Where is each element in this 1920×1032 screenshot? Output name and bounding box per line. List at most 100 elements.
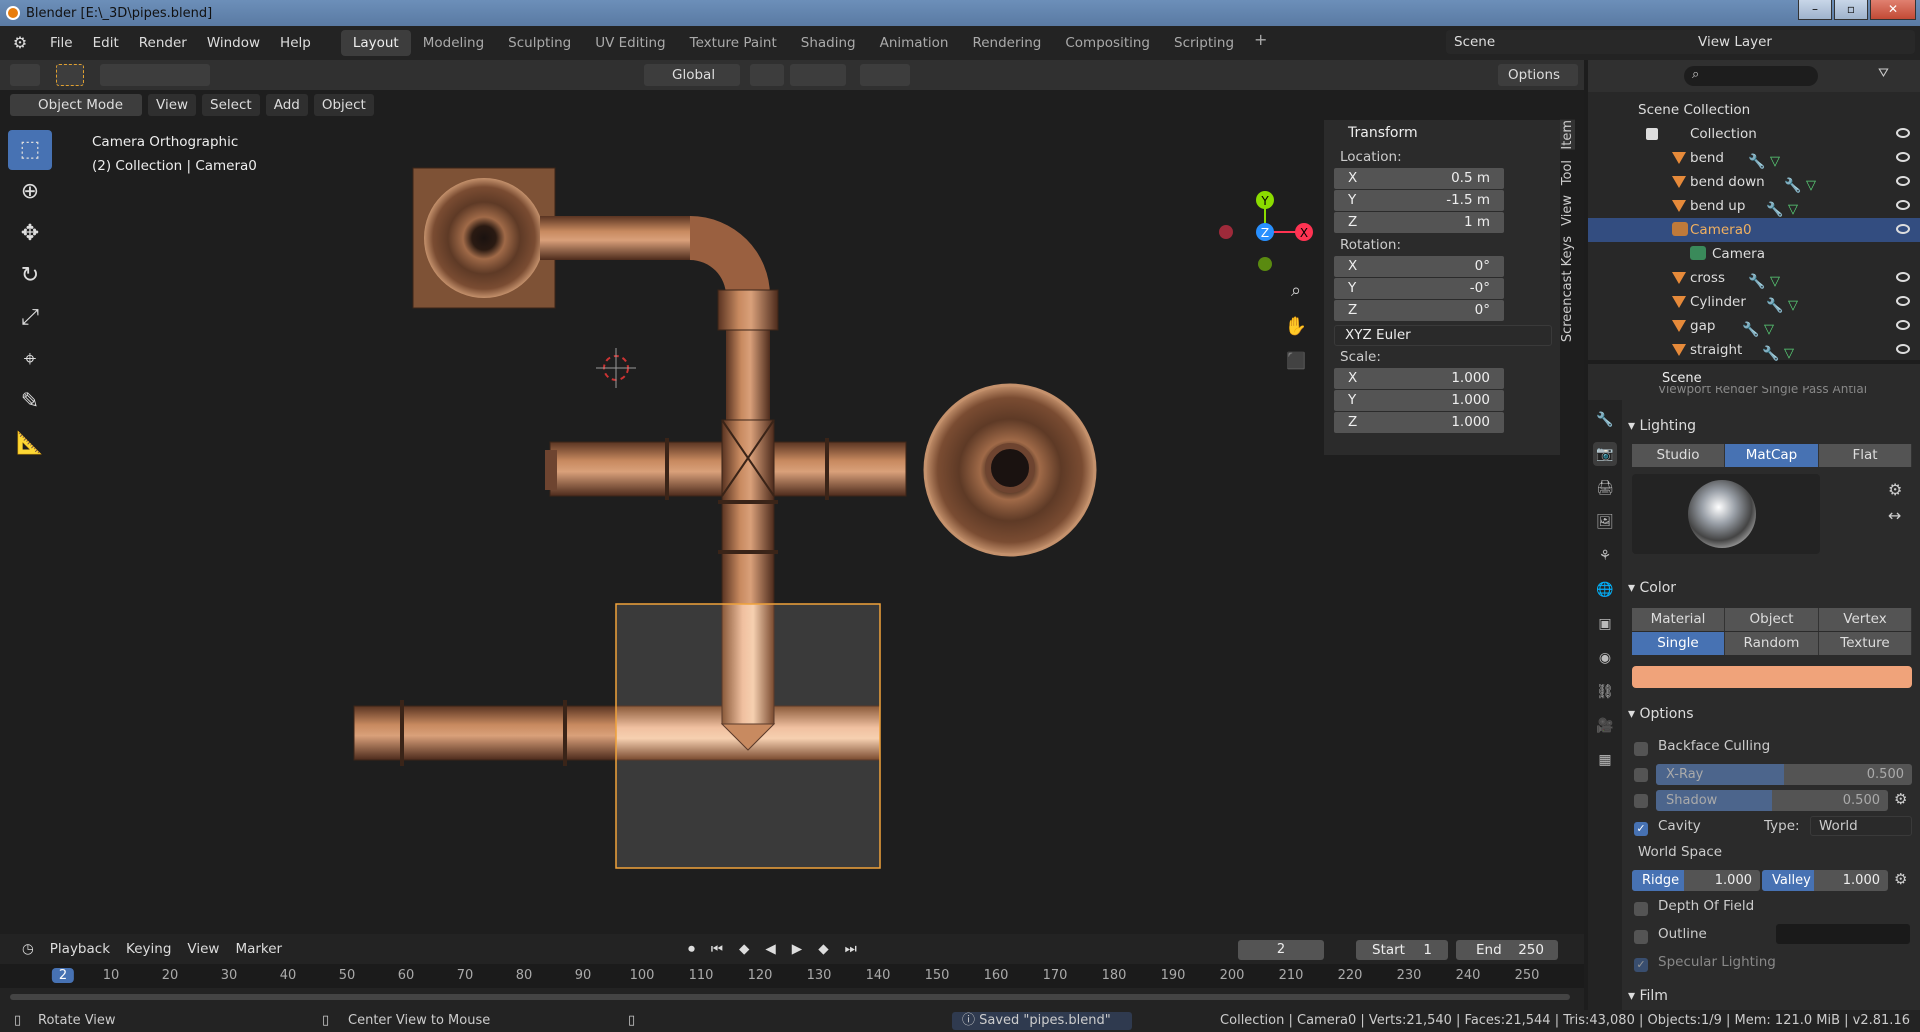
shadow-checkbox[interactable] — [1634, 794, 1648, 808]
select-box-icon[interactable] — [56, 64, 84, 86]
scene-tab-icon[interactable]: ⚘ — [1593, 544, 1617, 568]
timeline-menu-marker[interactable]: Marker — [227, 941, 290, 957]
outliner-item-gap[interactable]: gap 🔧 ▽ — [1588, 314, 1920, 338]
eye-icon[interactable] — [1896, 272, 1910, 282]
outliner-collection[interactable]: Collection — [1588, 122, 1920, 146]
timeline-menu-view[interactable]: View — [179, 941, 227, 957]
scale-y-field[interactable]: Y 1.000 — [1334, 390, 1504, 411]
current-frame-field[interactable]: 2 — [1238, 940, 1324, 960]
tab-layout[interactable]: Layout — [340, 30, 411, 56]
tab-compositing[interactable]: Compositing — [1053, 30, 1162, 56]
ruler-current-frame[interactable]: 2 — [51, 968, 75, 983]
outline-color-swatch[interactable] — [1776, 924, 1910, 944]
outliner-search[interactable]: ⌕ — [1684, 66, 1818, 86]
transform-orientation-dropdown[interactable]: Global — [644, 64, 740, 86]
rotation-mode-dropdown[interactable]: XYZ Euler — [1334, 325, 1552, 346]
lighting-flat-button[interactable]: Flat — [1819, 444, 1912, 467]
minimize-icon[interactable]: – — [1798, 0, 1832, 20]
cavity-settings-gear-icon[interactable]: ⚙ — [1894, 870, 1907, 888]
cavity-type-dropdown[interactable]: World — [1810, 816, 1912, 836]
end-frame-field[interactable]: End 250 — [1456, 940, 1558, 960]
close-icon[interactable]: ✕ — [1870, 0, 1916, 20]
tab-modeling[interactable]: Modeling — [411, 30, 496, 56]
xray-checkbox[interactable] — [1634, 768, 1648, 782]
outliner-item-cross[interactable]: cross 🔧 ▽ — [1588, 266, 1920, 290]
rotation-y-field[interactable]: Y -0° — [1334, 278, 1504, 299]
sidebar-tab-screencast-keys[interactable]: Screencast Keys — [1560, 236, 1575, 342]
location-z-field[interactable]: Z 1 m — [1334, 212, 1504, 233]
eye-icon[interactable] — [1896, 224, 1910, 234]
single-color-swatch[interactable] — [1632, 666, 1912, 688]
eye-icon[interactable] — [1896, 296, 1910, 306]
color-texture-button[interactable]: Texture — [1819, 632, 1912, 655]
specular-lighting-checkbox[interactable]: ✓ — [1634, 958, 1648, 972]
tab-shading[interactable]: Shading — [789, 30, 868, 56]
blender-logo-icon[interactable]: ⚙ — [10, 33, 30, 53]
outliner-scene-collection[interactable]: Scene Collection — [1588, 98, 1920, 122]
collection-checkbox[interactable] — [1646, 128, 1658, 140]
record-icon[interactable]: ⏺ — [680, 941, 703, 957]
pan-hand-icon[interactable]: ✋ — [1285, 315, 1307, 337]
constraints-tab-icon[interactable]: ⛓ — [1593, 680, 1617, 704]
matcap-preview-box[interactable] — [1632, 474, 1820, 554]
flip-icon[interactable]: ↔ — [1888, 506, 1901, 525]
viewport-menu-add[interactable]: Add — [265, 94, 308, 116]
editor-type-icon[interactable] — [10, 64, 40, 86]
color-material-button[interactable]: Material — [1632, 608, 1725, 631]
rotation-x-field[interactable]: X 0° — [1334, 256, 1504, 277]
viewport-menu-view[interactable]: View — [148, 94, 197, 116]
camera-view-icon[interactable]: ⬛ — [1286, 351, 1306, 370]
film-section-header[interactable]: ▾ Film — [1628, 988, 1918, 1004]
tab-texture-paint[interactable]: Texture Paint — [678, 30, 789, 56]
scale-z-field[interactable]: Z 1.000 — [1334, 412, 1504, 433]
lighting-matcap-button[interactable]: MatCap — [1725, 444, 1819, 467]
object-mode-dropdown[interactable]: Object Mode — [10, 94, 142, 116]
tab-rendering[interactable]: Rendering — [960, 30, 1053, 56]
view-layer-selector[interactable]: View Layer — [1690, 30, 1915, 54]
eye-icon[interactable] — [1896, 176, 1910, 186]
tab-scripting[interactable]: Scripting — [1162, 30, 1246, 56]
menu-help[interactable]: Help — [270, 35, 321, 51]
jump-start-icon[interactable]: ⏮ — [703, 941, 731, 957]
zoom-icon[interactable]: ⌕ — [1291, 280, 1301, 301]
eye-icon[interactable] — [1896, 152, 1910, 162]
jump-end-icon[interactable]: ⏭ — [837, 941, 865, 957]
texture-tab-icon[interactable]: ▦ — [1593, 748, 1617, 772]
depth-of-field-checkbox[interactable] — [1634, 902, 1648, 916]
world-tab-icon[interactable]: 🌐 — [1593, 578, 1617, 602]
outliner-item-camera0[interactable]: Camera0 — [1588, 218, 1920, 242]
backface-culling-checkbox[interactable] — [1634, 742, 1648, 756]
location-x-field[interactable]: X 0.5 m — [1334, 168, 1504, 189]
selection-mode-buttons[interactable] — [100, 64, 210, 86]
scene-selector[interactable]: Scene — [1446, 30, 1696, 54]
cavity-checkbox[interactable]: ✓ — [1634, 822, 1648, 836]
timeline-scrollbar[interactable] — [10, 994, 1570, 1000]
maximize-icon[interactable]: ▫ — [1834, 0, 1868, 20]
eye-icon[interactable] — [1896, 200, 1910, 210]
valley-slider[interactable]: Valley 1.000 — [1762, 870, 1888, 891]
color-vertex-button[interactable]: Vertex — [1819, 608, 1912, 631]
color-section-header[interactable]: ▾ Color — [1628, 580, 1918, 596]
frame-ruler[interactable]: 2 10 20 30 40 50 60 70 80 90 100 110 120… — [0, 964, 1584, 988]
play-icon[interactable]: ▶ — [784, 941, 810, 957]
sidebar-tab-view[interactable]: View — [1560, 195, 1575, 226]
gizmo-neg-y[interactable] — [1258, 257, 1272, 271]
options-dropdown[interactable]: Options — [1498, 64, 1578, 86]
3d-viewport[interactable]: Object Mode View Select Add Object ⬚ ⊕ ✥… — [0, 90, 1584, 934]
sidebar-tab-tool[interactable]: Tool — [1560, 160, 1575, 185]
outliner-item-straight[interactable]: straight 🔧 ▽ — [1588, 338, 1920, 362]
menu-file[interactable]: File — [40, 35, 83, 51]
tool-tab-icon[interactable]: 🔧 — [1593, 408, 1617, 432]
timeline-menu-playback[interactable]: Playback — [42, 941, 118, 957]
gizmo-neg-x[interactable] — [1219, 225, 1233, 239]
eye-icon[interactable] — [1896, 128, 1910, 138]
location-y-field[interactable]: Y -1.5 m — [1334, 190, 1504, 211]
transform-panel-title[interactable]: Transform — [1324, 120, 1560, 146]
color-object-button[interactable]: Object — [1725, 608, 1819, 631]
data-tab-icon[interactable]: 🎥 — [1593, 714, 1617, 738]
timeline-editor-icon[interactable]: ◷ — [14, 941, 42, 957]
shadow-settings-gear-icon[interactable]: ⚙ — [1894, 790, 1907, 808]
outliner-item-bend-up[interactable]: bend up 🔧 ▽ — [1588, 194, 1920, 218]
shadow-slider[interactable]: Shadow 0.500 — [1656, 790, 1888, 811]
render-tab-icon[interactable]: 📷 — [1593, 442, 1617, 466]
